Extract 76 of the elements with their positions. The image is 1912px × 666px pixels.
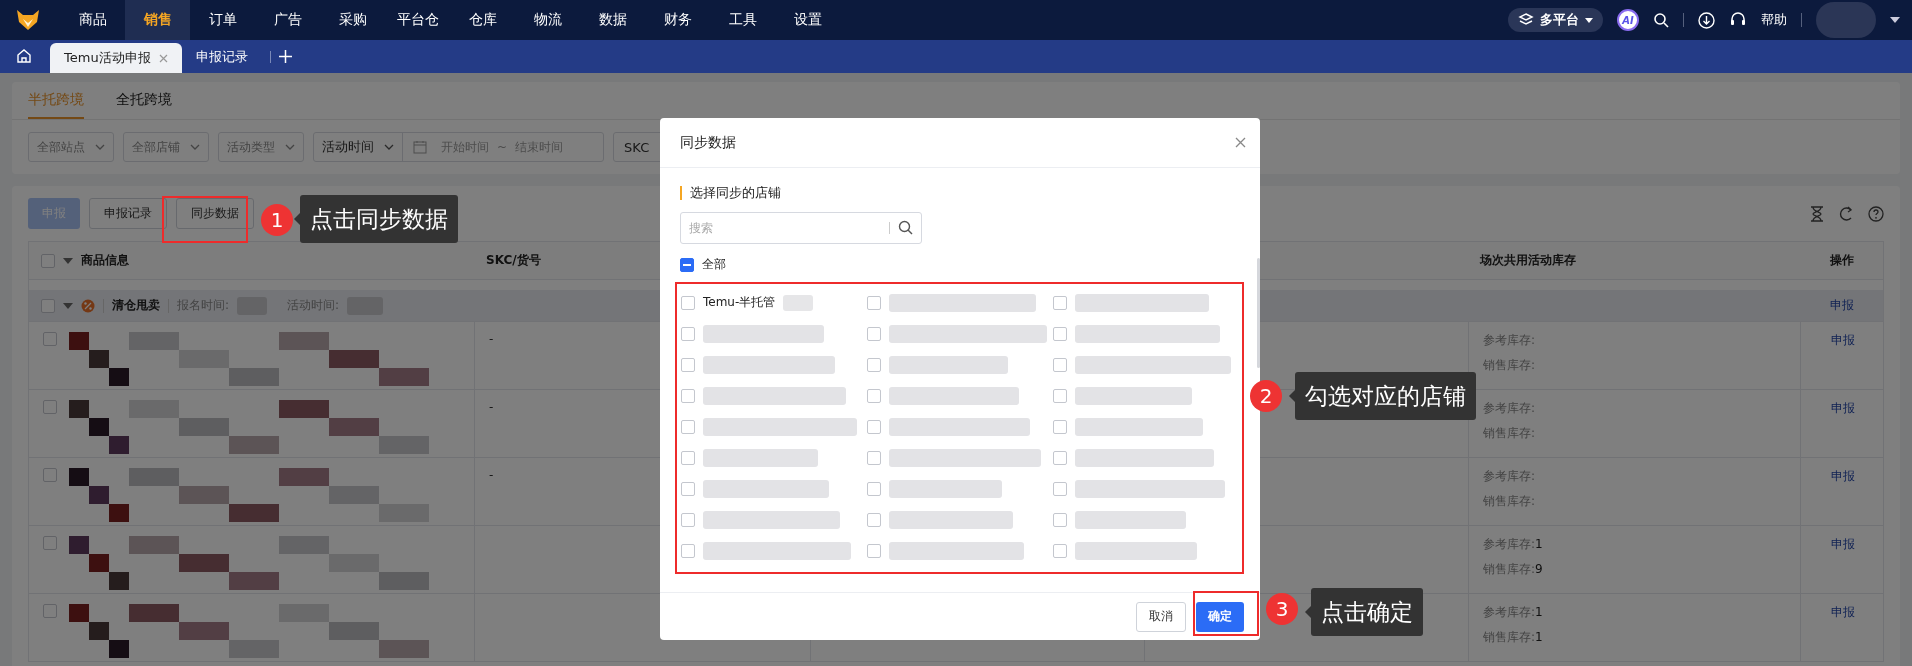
- scrollbar[interactable]: [1257, 258, 1260, 368]
- callout-tooltip: 勾选对应的店铺: [1295, 372, 1476, 420]
- declare-link[interactable]: 申报: [1831, 332, 1855, 379]
- checkbox[interactable]: [43, 468, 57, 482]
- download-icon[interactable]: [1698, 11, 1715, 29]
- checkbox[interactable]: [43, 400, 57, 414]
- page-tab[interactable]: Temu活动申报: [50, 43, 182, 73]
- blurred-avatar[interactable]: [1816, 2, 1876, 38]
- cancel-button[interactable]: 取消: [1136, 601, 1186, 632]
- nav-item[interactable]: 设置: [775, 0, 840, 40]
- nav-item[interactable]: 工具: [710, 0, 775, 40]
- search-field[interactable]: 搜索: [680, 212, 922, 244]
- caret-icon: [384, 144, 394, 150]
- callout-pointer: [1305, 606, 1311, 618]
- callout-tooltip: 点击同步数据: [300, 195, 458, 243]
- checkbox[interactable]: [43, 536, 57, 550]
- caret-icon: [285, 144, 295, 150]
- caret-icon: [190, 144, 200, 150]
- page-tab[interactable]: 申报记录: [181, 40, 262, 73]
- skc-value: -: [489, 468, 494, 484]
- checkbox[interactable]: [43, 604, 57, 618]
- callout-pointer: [294, 213, 300, 225]
- refresh-icon[interactable]: [1838, 205, 1854, 222]
- action-button[interactable]: 申报记录: [89, 198, 167, 229]
- search-icon[interactable]: [1653, 12, 1669, 28]
- declare-link[interactable]: 申报: [1831, 604, 1855, 651]
- caret-icon: [1585, 17, 1593, 23]
- declare-link[interactable]: 申报: [1831, 536, 1855, 583]
- callout-tooltip: 点击确定: [1311, 588, 1423, 636]
- select-all-checkbox[interactable]: 全部: [680, 256, 1240, 273]
- callout-pointer: [1289, 390, 1295, 402]
- nav-item[interactable]: 仓库: [450, 0, 515, 40]
- search-icon[interactable]: [898, 220, 913, 235]
- section-title: 选择同步的店铺: [680, 186, 781, 200]
- nav-item[interactable]: 平台仓: [385, 0, 450, 40]
- add-tab-icon[interactable]: [278, 50, 292, 63]
- column-header: 操作: [1829, 252, 1854, 269]
- store-checkbox[interactable]: Temu-半托管: [681, 287, 867, 318]
- close-icon[interactable]: [158, 53, 168, 63]
- layers-icon: [1518, 12, 1534, 28]
- fox-logo[interactable]: [16, 9, 40, 31]
- checkbox[interactable]: [41, 253, 55, 268]
- home-icon[interactable]: [16, 48, 32, 64]
- column-header: 场次共用活动库存: [1480, 252, 1576, 269]
- confirm-button[interactable]: 确定: [1196, 601, 1244, 632]
- highlight-frame: [1193, 591, 1259, 636]
- calendar-icon: [413, 140, 427, 154]
- caret-icon: [95, 144, 105, 150]
- column-header: SKC/货号: [486, 252, 541, 269]
- checkbox[interactable]: [41, 298, 55, 313]
- nav-item[interactable]: 广告: [255, 0, 320, 40]
- hourglass-icon[interactable]: [1810, 205, 1824, 222]
- declare-link[interactable]: 申报: [1831, 468, 1855, 515]
- declare-link[interactable]: 申报: [1831, 400, 1855, 447]
- caret-icon[interactable]: [1890, 17, 1900, 23]
- checkbox[interactable]: [43, 332, 57, 346]
- skc-value: -: [489, 400, 494, 416]
- skc-value: -: [489, 332, 494, 348]
- nav-item[interactable]: 采购: [320, 0, 385, 40]
- platform-selector[interactable]: 多平台: [1508, 8, 1603, 32]
- action-button[interactable]: 同步数据: [176, 198, 254, 229]
- nav-item[interactable]: 物流: [515, 0, 580, 40]
- close-icon[interactable]: [1235, 137, 1246, 148]
- column-header: 商品信息: [81, 252, 129, 269]
- nav-item[interactable]: 商品: [60, 0, 125, 40]
- ai-button[interactable]: AI: [1617, 9, 1639, 31]
- dialog-title: 同步数据: [680, 133, 736, 152]
- group-name: 清仓甩卖: [112, 297, 160, 314]
- nav-item[interactable]: 订单: [190, 0, 255, 40]
- discount-badge-icon: [81, 298, 95, 313]
- mode-tab[interactable]: 全托跨境: [116, 82, 172, 119]
- help-link[interactable]: 帮助: [1761, 11, 1787, 29]
- nav-item[interactable]: 销售: [125, 0, 190, 40]
- help-icon[interactable]: [1868, 205, 1884, 222]
- nav-item[interactable]: 财务: [645, 0, 710, 40]
- nav-item[interactable]: 数据: [580, 0, 645, 40]
